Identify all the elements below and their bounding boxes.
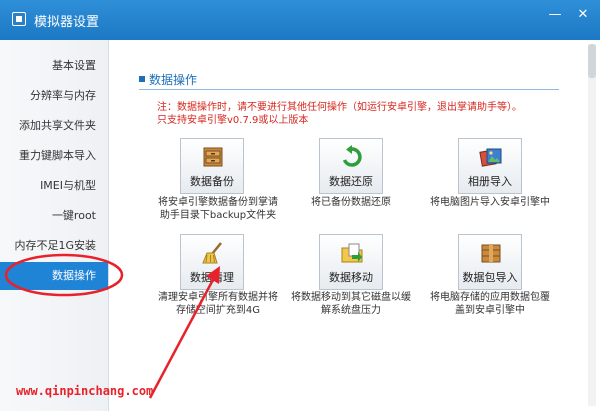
section-marker — [139, 76, 145, 82]
title-bar: 模拟器设置 — ✕ — [0, 0, 600, 40]
move-folder-icon — [341, 243, 363, 263]
data-package-import-button[interactable]: 数据包导入 — [458, 234, 522, 290]
tool-label: 数据备份 — [190, 175, 234, 188]
sidebar-item-label: 分辨率与内存 — [30, 89, 96, 102]
section-title: 数据操作 — [149, 73, 198, 87]
sidebar-item-label: 内存不足1G安装 — [14, 239, 96, 252]
sidebar-item-data-operations[interactable]: 数据操作 — [0, 262, 108, 290]
sidebar-item-low-memory-install[interactable]: 内存不足1G安装 — [0, 232, 108, 260]
sidebar-item-label: 重力键脚本导入 — [19, 149, 96, 162]
sidebar-item-label: 一键root — [51, 209, 96, 222]
description-line: 解系统盘压力 — [321, 305, 381, 316]
data-backup-description: 将安卓引擎数据备份到掌请 助手目录下backup文件夹 — [147, 196, 289, 222]
sidebar-item-label: 数据操作 — [52, 269, 96, 282]
description-line: 将已备份数据还原 — [311, 197, 391, 208]
window-title: 模拟器设置 — [34, 15, 100, 30]
package-box-icon — [481, 244, 501, 263]
app-icon — [12, 12, 26, 26]
description-line: 存储空间扩充到4G — [175, 305, 261, 316]
data-clean-description: 清理安卓引擎所有数据并将 存储空间扩充到4G — [147, 291, 289, 317]
data-restore-description: 将已备份数据还原 — [280, 196, 422, 209]
sidebar: 基本设置 分辨率与内存 添加共享文件夹 重力键脚本导入 IMEI与机型 一键ro… — [0, 40, 109, 411]
description-line: 将电脑图片导入安卓引擎中 — [430, 197, 550, 208]
description-line: 将安卓引擎数据备份到掌请 — [158, 197, 278, 208]
album-import-button[interactable]: 相册导入 — [458, 138, 522, 194]
sidebar-item-label: 基本设置 — [52, 59, 96, 72]
main-panel: 数据操作 注：数据操作时，请不要进行其他任何操作（如运行安卓引擎，退出掌请助手等… — [109, 40, 600, 411]
data-backup-button[interactable]: 数据备份 — [180, 138, 244, 194]
data-move-description: 将数据移动到其它磁盘以缓 解系统盘压力 — [280, 291, 422, 317]
cabinet-icon — [203, 147, 223, 167]
section-divider — [139, 89, 559, 90]
description-line: 将数据移动到其它磁盘以缓 — [291, 292, 411, 303]
data-move-button[interactable]: 数据移动 — [319, 234, 383, 290]
scrollbar-thumb[interactable] — [588, 44, 596, 78]
sidebar-item-resolution-memory[interactable]: 分辨率与内存 — [0, 82, 108, 110]
description-line: 清理安卓引擎所有数据并将 — [158, 292, 278, 303]
description-line: 将电脑存储的应用数据包覆 — [430, 292, 550, 303]
description-line: 盖到安卓引擎中 — [455, 305, 525, 316]
sidebar-item-basic-settings[interactable]: 基本设置 — [0, 52, 108, 80]
close-button[interactable]: ✕ — [572, 6, 594, 24]
minimize-button[interactable]: — — [544, 6, 566, 24]
watermark-text: www.qinpinchang.com — [16, 384, 154, 398]
photo-album-icon — [479, 148, 502, 167]
sidebar-item-imei-model[interactable]: IMEI与机型 — [0, 172, 108, 200]
data-clean-button[interactable]: 数据清理 — [180, 234, 244, 290]
description-line: 助手目录下backup文件夹 — [159, 210, 277, 221]
tool-label: 相册导入 — [468, 175, 512, 188]
sidebar-item-one-key-root[interactable]: 一键root — [0, 202, 108, 230]
version-notice: 只支持安卓引擎v0.7.9或以上版本 — [157, 115, 309, 126]
sidebar-item-shared-folder[interactable]: 添加共享文件夹 — [0, 112, 108, 140]
album-import-description: 将电脑图片导入安卓引擎中 — [419, 196, 561, 209]
broom-icon — [202, 242, 222, 264]
restore-arrow-icon — [342, 145, 362, 167]
sidebar-item-gravity-script[interactable]: 重力键脚本导入 — [0, 142, 108, 170]
sidebar-item-label: IMEI与机型 — [40, 179, 96, 192]
data-package-import-description: 将电脑存储的应用数据包覆 盖到安卓引擎中 — [419, 291, 561, 317]
tool-label: 数据清理 — [190, 271, 234, 284]
tool-label: 数据还原 — [329, 175, 373, 188]
scrollbar-track[interactable] — [588, 44, 596, 406]
tool-label: 数据包导入 — [462, 271, 518, 284]
data-restore-button[interactable]: 数据还原 — [319, 138, 383, 194]
sidebar-item-label: 添加共享文件夹 — [19, 119, 96, 132]
tool-label: 数据移动 — [329, 271, 373, 284]
